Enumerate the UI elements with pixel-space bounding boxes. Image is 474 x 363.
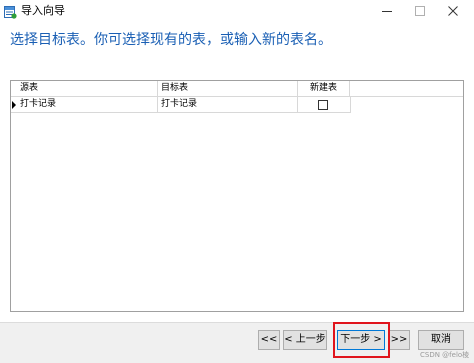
last-step-button[interactable]: >> [388, 330, 410, 350]
grid-header: 源表 目标表 新建表 [11, 81, 463, 97]
minimize-button[interactable] [372, 0, 402, 22]
first-step-button[interactable]: << [258, 330, 280, 350]
new-table-checkbox[interactable] [318, 100, 328, 110]
close-icon [448, 6, 458, 16]
target-table-cell[interactable]: 打卡记录 [158, 97, 298, 113]
previous-button[interactable]: < 上一步 [283, 330, 327, 350]
window-title: 导入向导 [21, 4, 65, 17]
current-row-indicator-icon [12, 101, 16, 109]
next-button-highlight [333, 322, 390, 358]
maximize-button[interactable] [405, 0, 435, 22]
import-wizard-icon [4, 4, 17, 19]
column-header-target[interactable]: 目标表 [158, 81, 298, 97]
instruction-text: 选择目标表。你可选择现有的表，或输入新的表名。 [10, 32, 332, 48]
table-row[interactable]: 打卡记录 打卡记录 [11, 97, 351, 113]
watermark: CSDN @felo棱 [420, 351, 470, 359]
new-table-cell [298, 97, 351, 113]
cancel-button[interactable]: 取消 [418, 330, 464, 350]
column-header-source[interactable]: 源表 [17, 81, 158, 97]
title-bar: 导入向导 [0, 0, 474, 22]
maximize-icon [415, 6, 425, 16]
source-table-cell[interactable]: 打卡记录 [17, 97, 158, 113]
table-mapping-grid: 源表 目标表 新建表 打卡记录 打卡记录 [10, 80, 464, 312]
minimize-icon [382, 11, 392, 12]
column-header-new-table[interactable]: 新建表 [298, 81, 350, 97]
close-button[interactable] [438, 0, 468, 22]
